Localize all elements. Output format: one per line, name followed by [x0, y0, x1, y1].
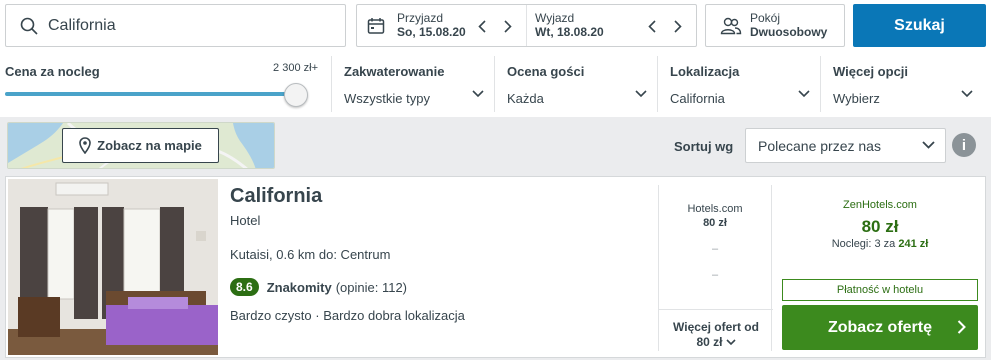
- more-offers-button[interactable]: Więcej ofert od 80 zł: [659, 309, 773, 350]
- view-deal-label: Zobacz ofertę: [827, 318, 932, 336]
- room-type-selector[interactable]: Pokój Dwuosobowy: [705, 4, 845, 47]
- destination-value: California: [48, 16, 116, 34]
- hotel-name-link[interactable]: California: [230, 185, 322, 208]
- chevron-down-icon: [961, 90, 973, 98]
- best-deal: ZenHotels.com 80 zł Noclegi: 3 za 241 zł: [782, 199, 978, 250]
- calendar-icon: [367, 17, 385, 35]
- offer-placeholder: –: [711, 243, 719, 255]
- location-filter-title: Lokalizacja: [670, 64, 740, 79]
- deal-provider: ZenHotels.com: [843, 199, 917, 211]
- hotel-photo[interactable]: [8, 179, 218, 355]
- sort-label: Sortuj wg: [674, 139, 734, 154]
- date-picker: Przyjazd So, 15.08.20 Wyjazd Wt, 18.08.2…: [356, 4, 697, 47]
- location-filter[interactable]: Lokalizacja California: [657, 56, 820, 112]
- deal-nights-total: 241 zł: [898, 238, 929, 250]
- rating-score-badge: 8.6: [230, 278, 259, 296]
- destination-input[interactable]: California: [5, 4, 346, 47]
- deal-nights: Noclegi: 3 za 241 zł: [782, 238, 978, 250]
- checkout-value: Wt, 18.08.20: [535, 25, 604, 39]
- map-pin-icon: [79, 137, 91, 154]
- checkout-prev-button[interactable]: [646, 17, 658, 35]
- rating-reviews: (opinie: 112): [335, 279, 408, 295]
- price-filter-max: 2 300 zł+: [273, 62, 318, 74]
- checkin-label: Przyjazd: [397, 11, 444, 25]
- room-label: Pokój: [750, 11, 781, 25]
- checkout-field[interactable]: Wyjazd Wt, 18.08.20: [526, 5, 696, 46]
- checkout-next-button[interactable]: [672, 17, 684, 35]
- pay-at-hotel-badge: Płatność w hotelu: [782, 279, 978, 301]
- offer-site: Hotels.com: [687, 203, 743, 215]
- chevron-down-icon: [922, 141, 935, 149]
- price-slider-handle[interactable]: [284, 83, 308, 107]
- checkin-field[interactable]: Przyjazd So, 15.08.20: [357, 5, 526, 46]
- price-slider-track[interactable]: [5, 92, 305, 96]
- chevron-right-icon: [957, 320, 966, 334]
- checkin-value: So, 15.08.20: [397, 25, 466, 39]
- search-header: California Przyjazd So, 15.08.20 Wyjazd …: [0, 0, 991, 117]
- price-filter: Cena za nocleg 2 300 zł+: [5, 56, 318, 112]
- more-offers-price: 80 zł: [696, 335, 723, 349]
- price-filter-title: Cena za nocleg: [5, 64, 100, 79]
- chevron-down-icon: [472, 90, 484, 98]
- deal-nights-text: Noclegi: 3 za: [831, 238, 896, 250]
- info-icon[interactable]: i: [952, 133, 976, 157]
- search-button[interactable]: Szukaj: [853, 4, 986, 47]
- checkout-label: Wyjazd: [535, 11, 575, 25]
- guest-rating[interactable]: 8.6 Znakomity (opinie: 112): [230, 278, 407, 296]
- sort-select[interactable]: Polecane przez nas: [745, 128, 946, 163]
- chevron-down-icon: [798, 90, 810, 98]
- other-offers: Hotels.com 80 zł – – Więcej ofert od 80 …: [658, 185, 773, 351]
- offer-placeholder: –: [711, 269, 719, 281]
- chevron-down-icon: [635, 90, 647, 98]
- search-icon: [20, 17, 38, 35]
- guest-rating-filter[interactable]: Ocena gości Każda: [494, 56, 657, 112]
- chevron-down-icon: [725, 339, 736, 346]
- more-options-filter[interactable]: Więcej opcji Wybierz: [820, 56, 983, 112]
- hotel-location: Kutaisi, 0.6 km do: Centrum: [230, 247, 391, 262]
- more-options-filter-title: Więcej opcji: [833, 64, 909, 79]
- show-on-map-label: Zobacz na mapie: [97, 138, 202, 153]
- guests-icon: [720, 17, 742, 35]
- view-deal-button[interactable]: Zobacz ofertę: [782, 305, 978, 350]
- show-on-map-button[interactable]: Zobacz na mapie: [62, 128, 219, 163]
- more-offers-label: Więcej ofert od: [673, 320, 759, 334]
- room-value: Dwuosobowy: [750, 25, 828, 39]
- accommodation-filter[interactable]: Zakwaterowanie Wszystkie typy: [331, 56, 494, 112]
- guest-rating-filter-title: Ocena gości: [507, 64, 585, 79]
- hotel-result-card: California Hotel Kutaisi, 0.6 km do: Cen…: [5, 176, 986, 358]
- accommodation-filter-title: Zakwaterowanie: [344, 64, 445, 79]
- rating-word: Znakomity: [266, 279, 332, 295]
- checkin-prev-button[interactable]: [476, 17, 488, 35]
- offer-price: 80 zł: [703, 217, 727, 229]
- deal-price: 80 zł: [861, 217, 899, 236]
- hotel-type: Hotel: [230, 213, 261, 228]
- filters-bar: Cena za nocleg 2 300 zł+ Zakwaterowanie …: [0, 56, 991, 112]
- checkin-next-button[interactable]: [502, 17, 514, 35]
- sort-select-value: Polecane przez nas: [758, 137, 881, 154]
- hotel-highlights: Bardzo czysto · Bardzo dobra lokalizacja: [230, 308, 465, 323]
